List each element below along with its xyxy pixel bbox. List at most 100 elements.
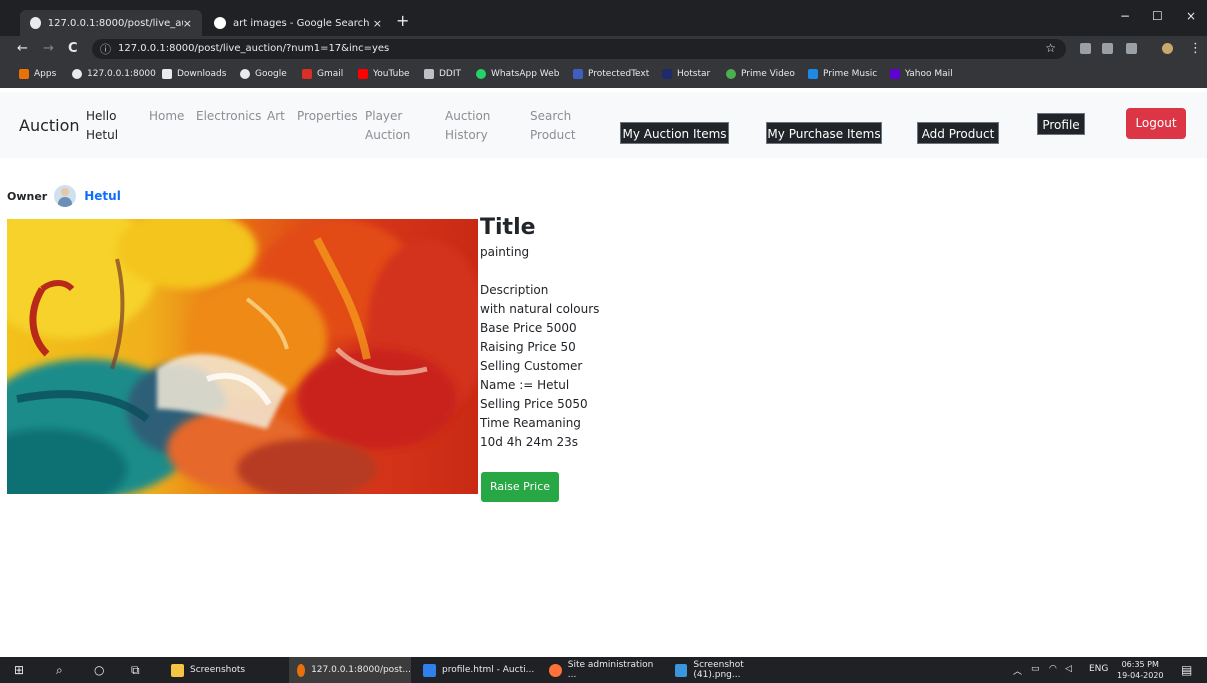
site-info-icon[interactable]: ⓘ — [100, 41, 111, 57]
globe-icon — [30, 17, 41, 29]
close-tab-icon[interactable]: × — [373, 17, 382, 30]
bookmark-apps[interactable]: Apps — [19, 69, 56, 79]
app-navbar: Auction Hello Hetul Home Electronics Art… — [0, 92, 1207, 158]
hotstar-icon — [662, 69, 672, 79]
time-remaining-label: Time Reamaning — [480, 416, 581, 430]
logout-button[interactable]: Logout — [1126, 108, 1186, 139]
back-button[interactable]: ← — [17, 41, 28, 57]
profile-button[interactable]: Profile — [1037, 113, 1085, 135]
apps-grid-icon — [19, 69, 29, 79]
bookmark-hotstar[interactable]: Hotstar — [662, 69, 710, 79]
bookmark-protectedtext[interactable]: ProtectedText — [573, 69, 649, 79]
raising-price: Raising Price 50 — [480, 340, 576, 354]
selling-price: Selling Price 5050 — [480, 397, 588, 411]
youtube-icon — [358, 69, 368, 79]
nav-player-auction[interactable]: Player Auction — [365, 107, 410, 145]
notifications-icon[interactable]: ▤ — [1181, 663, 1192, 677]
bookmark-google[interactable]: Google — [240, 69, 287, 79]
owner-name-link[interactable]: Hetul — [84, 189, 121, 203]
address-url[interactable]: 127.0.0.1:8000/post/live_auction/?num1=1… — [118, 43, 389, 54]
tab-title: art images - Google Search — [233, 17, 370, 29]
prime-video-icon — [726, 69, 736, 79]
tab-title: 127.0.0.1:8000/post/live_auction/ — [47, 17, 183, 29]
vscode-icon — [423, 663, 436, 677]
nav-search-product[interactable]: Search Product — [530, 107, 576, 145]
extension-cloud-icon[interactable] — [1102, 43, 1113, 54]
description-heading: Description — [480, 283, 549, 297]
nav-art[interactable]: Art — [267, 107, 285, 126]
taskbar-app-screenshots[interactable]: Screenshots — [163, 657, 285, 683]
taskbar-app-vscode[interactable]: profile.html - Aucti... — [415, 657, 537, 683]
reload-button[interactable]: C — [68, 41, 78, 57]
minimize-button[interactable]: − — [1120, 9, 1130, 23]
browser-tab-art-images[interactable]: art images - Google Search × — [204, 10, 392, 36]
bookmark-localhost[interactable]: 127.0.0.1:8000 — [72, 69, 156, 79]
title-value: painting — [480, 245, 530, 259]
add-product-button[interactable]: Add Product — [917, 122, 999, 144]
windows-taskbar: ⊞ ⌕ ○ ⧉ Screenshots 127.0.0.1:8000/post.… — [0, 657, 1207, 683]
wifi-icon[interactable]: ◠ — [1049, 664, 1057, 674]
taskbar-app-photos[interactable]: Screenshot (41).png... — [667, 657, 789, 683]
chrome-icon — [297, 663, 306, 677]
cortana-icon[interactable]: ○ — [94, 663, 104, 677]
battery-icon[interactable]: ▭ — [1031, 664, 1040, 674]
taskbar-app-chrome[interactable]: 127.0.0.1:8000/post... — [289, 657, 411, 683]
owner-row: Owner Hetul — [7, 185, 121, 207]
new-tab-button[interactable]: + — [396, 13, 409, 29]
extension-download-icon[interactable] — [1080, 43, 1091, 54]
profile-avatar-icon[interactable] — [1162, 43, 1173, 54]
tray-chevron-icon[interactable]: ︿ — [1013, 664, 1022, 677]
my-purchase-items-button[interactable]: My Purchase Items — [766, 122, 882, 144]
base-price: Base Price 5000 — [480, 321, 577, 335]
task-view-icon[interactable]: ⧉ — [131, 663, 140, 677]
close-window-button[interactable]: × — [1186, 9, 1196, 23]
nav-electronics[interactable]: Electronics — [196, 107, 261, 126]
bookmark-star-icon[interactable]: ☆ — [1045, 41, 1056, 55]
protectedtext-icon — [573, 69, 583, 79]
forward-button[interactable]: → — [43, 41, 54, 57]
windows-start-icon[interactable]: ⊞ — [14, 663, 24, 677]
product-image — [7, 219, 478, 494]
nav-home[interactable]: Home — [149, 107, 184, 126]
nav-properties[interactable]: Properties — [297, 107, 358, 126]
language-indicator[interactable]: ENG — [1089, 664, 1108, 674]
bookmark-prime-video[interactable]: Prime Video — [726, 69, 795, 79]
avatar — [54, 185, 77, 207]
title-heading: Title — [480, 215, 536, 240]
browser-tab-strip: 127.0.0.1:8000/post/live_auction/ × art … — [0, 0, 1207, 36]
folder-icon — [171, 663, 184, 677]
browser-menu-icon[interactable]: ⋮ — [1189, 41, 1202, 57]
address-bar[interactable]: ⓘ 127.0.0.1:8000/post/live_auction/?num1… — [92, 39, 1066, 59]
greeting: Hello Hetul — [86, 109, 119, 142]
raise-price-button[interactable]: Raise Price — [481, 472, 559, 502]
bookmark-ddit[interactable]: DDIT — [424, 69, 461, 79]
bookmark-prime-music[interactable]: Prime Music — [808, 69, 877, 79]
browser-tab-live-auction[interactable]: 127.0.0.1:8000/post/live_auction/ × — [20, 10, 202, 36]
extension-box-icon[interactable] — [1126, 43, 1137, 54]
bookmarks-bar: Apps 127.0.0.1:8000 Downloads Google Gma… — [0, 62, 1207, 88]
my-auction-items-button[interactable]: My Auction Items — [620, 122, 729, 144]
selling-customer: Selling Customer — [480, 359, 583, 373]
owner-label: Owner — [7, 189, 48, 203]
bookmark-downloads[interactable]: Downloads — [162, 69, 226, 79]
bookmark-youtube[interactable]: YouTube — [358, 69, 410, 79]
ddit-icon — [424, 69, 434, 79]
product-details: Title painting Description with natural … — [480, 213, 599, 452]
bookmark-whatsapp[interactable]: WhatsApp Web — [476, 69, 559, 79]
bookmark-yahoo-mail[interactable]: Yahoo Mail — [890, 69, 953, 79]
google-icon — [240, 69, 250, 79]
whatsapp-icon — [476, 69, 486, 79]
bookmark-gmail[interactable]: Gmail — [302, 69, 343, 79]
close-tab-icon[interactable]: × — [183, 17, 192, 30]
brand-link[interactable]: Auction — [19, 116, 80, 135]
taskbar-app-firefox[interactable]: Site administration ... — [541, 657, 663, 683]
search-icon[interactable]: ⌕ — [56, 663, 63, 677]
volume-icon[interactable]: ◁ — [1065, 664, 1072, 674]
clock[interactable]: 06:35 PM 19-04-2020 — [1117, 659, 1164, 681]
customer-name: Name := Hetul — [480, 378, 570, 392]
nav-auction-history[interactable]: Auction History — [445, 107, 490, 145]
maximize-button[interactable]: ☐ — [1152, 9, 1163, 23]
google-icon — [214, 17, 226, 29]
browser-toolbar: ← → C ⓘ 127.0.0.1:8000/post/live_auction… — [0, 36, 1207, 62]
